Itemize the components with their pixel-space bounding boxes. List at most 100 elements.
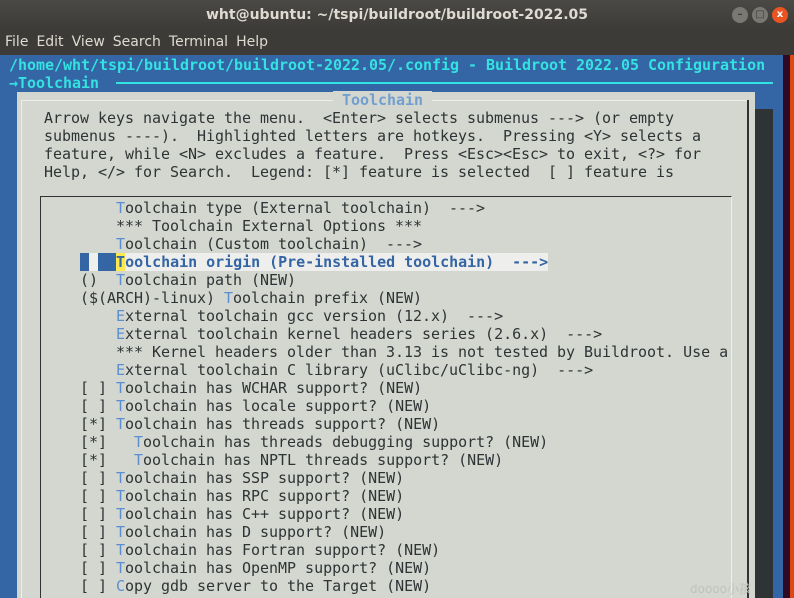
item-label: *** Toolchain External Options *** bbox=[116, 217, 423, 235]
item-hotkey: T bbox=[116, 541, 126, 559]
menu-item[interactable]: [ ] Toolchain has locale support? (NEW) bbox=[80, 397, 431, 415]
item-hotkey: T bbox=[116, 523, 126, 541]
item-label: oolchain type (External toolchain) ---> bbox=[125, 199, 486, 217]
menu-item[interactable]: [*] Toolchain has NPTL threads support? … bbox=[80, 451, 503, 469]
menu-terminal[interactable]: Terminal bbox=[169, 34, 228, 50]
item-hotkey: T bbox=[116, 379, 126, 397]
item-label: oolchain has Fortran support? (NEW) bbox=[125, 541, 441, 559]
menu-item[interactable]: Toolchain (Custom toolchain) ---> bbox=[80, 235, 422, 253]
menu-file[interactable]: File bbox=[5, 34, 28, 50]
item-prefix: [*] bbox=[80, 433, 108, 451]
help-line: Arrow keys navigate the menu. <Enter> se… bbox=[44, 109, 675, 127]
menu-item[interactable]: [*] Toolchain has threads debugging supp… bbox=[80, 433, 548, 451]
item-label: *** Kernel headers older than 3.13 is no… bbox=[116, 343, 729, 361]
item-label: oolchain path (NEW) bbox=[125, 271, 297, 289]
item-label: oolchain prefix (NEW) bbox=[233, 289, 423, 307]
maximize-button[interactable]: □ bbox=[752, 7, 768, 23]
item-label: oolchain has C++ support? (NEW) bbox=[125, 505, 405, 523]
dialog-border-right bbox=[747, 100, 749, 598]
dialog-shadow bbox=[755, 109, 773, 598]
menu-item[interactable]: *** Toolchain External Options *** bbox=[80, 217, 422, 235]
item-prefix: [ ] bbox=[80, 541, 108, 559]
minimize-button[interactable]: – bbox=[732, 7, 748, 23]
item-label: oolchain has NPTL threads support? (NEW) bbox=[143, 451, 504, 469]
item-indent bbox=[107, 577, 116, 595]
item-indent bbox=[80, 235, 116, 253]
menu-item[interactable]: *** Kernel headers older than 3.13 is no… bbox=[80, 343, 728, 361]
menu-item[interactable]: [ ] Copy gdb server to the Target (NEW) bbox=[80, 577, 431, 595]
menu-item[interactable]: ($(ARCH)-linux) Toolchain prefix (NEW) bbox=[80, 289, 422, 307]
item-prefix: [ ] bbox=[80, 469, 108, 487]
menu-item[interactable]: () Toolchain path (NEW) bbox=[80, 271, 296, 289]
item-indent bbox=[80, 307, 116, 325]
item-prefix: [*] bbox=[80, 415, 108, 433]
menu-help[interactable]: Help bbox=[236, 34, 268, 50]
menu-item[interactable]: [ ] Toolchain has RPC support? (NEW) bbox=[80, 487, 404, 505]
item-indent bbox=[80, 199, 116, 217]
menu-item[interactable]: Toolchain type (External toolchain) ---> bbox=[80, 199, 485, 217]
item-label: oolchain has SSP support? (NEW) bbox=[125, 469, 405, 487]
dialog-title: Toolchain bbox=[333, 91, 433, 109]
item-indent bbox=[107, 397, 116, 415]
menu-item[interactable]: Toolchain origin (Pre-installed toolchai… bbox=[80, 253, 548, 271]
menu-item[interactable]: [ ] Toolchain has SSP support? (NEW) bbox=[80, 469, 404, 487]
item-hotkey: E bbox=[116, 307, 126, 325]
menu-item[interactable]: External toolchain C library (uClibc/uCl… bbox=[80, 361, 593, 379]
item-hotkey: T bbox=[116, 505, 126, 523]
item-label: oolchain has D support? (NEW) bbox=[125, 523, 387, 541]
menu-item[interactable]: [ ] Toolchain has Fortran support? (NEW) bbox=[80, 541, 440, 559]
item-hotkey: C bbox=[116, 577, 126, 595]
help-line: Help, </> for Search. Legend: [*] featur… bbox=[44, 163, 675, 181]
item-hotkey: E bbox=[116, 325, 126, 343]
item-hotkey: T bbox=[116, 253, 126, 271]
item-prefix: [ ] bbox=[80, 379, 108, 397]
item-hotkey: T bbox=[116, 235, 126, 253]
menu-item[interactable]: [ ] Toolchain has D support? (NEW) bbox=[80, 523, 386, 541]
item-prefix: [ ] bbox=[80, 577, 108, 595]
menu-view[interactable]: View bbox=[72, 34, 105, 50]
item-hotkey: T bbox=[116, 415, 126, 433]
item-hotkey: T bbox=[134, 451, 144, 469]
menu-item[interactable]: External toolchain gcc version (12.x) --… bbox=[80, 307, 503, 325]
item-hotkey: T bbox=[224, 289, 234, 307]
item-indent bbox=[107, 541, 116, 559]
item-indent bbox=[215, 289, 224, 307]
window-edge bbox=[783, 55, 790, 598]
menu-item[interactable]: [ ] Toolchain has C++ support? (NEW) bbox=[80, 505, 404, 523]
item-prefix: [ ] bbox=[80, 505, 108, 523]
dialog-border-left bbox=[21, 100, 22, 598]
item-indent bbox=[98, 271, 116, 289]
close-button[interactable]: x bbox=[772, 7, 788, 23]
help-line: submenus ----). Highlighted letters are … bbox=[44, 127, 702, 145]
item-label: oolchain has OpenMP support? (NEW) bbox=[125, 559, 432, 577]
item-label: oolchain origin (Pre-installed toolchain… bbox=[125, 253, 549, 271]
item-label: oolchain has threads support? (NEW) bbox=[125, 415, 441, 433]
item-hotkey: T bbox=[116, 469, 126, 487]
item-indent bbox=[107, 505, 116, 523]
item-hotkey: T bbox=[116, 397, 126, 415]
item-prefix: [ ] bbox=[80, 523, 108, 541]
window-title: wht@ubuntu: ~/tspi/buildroot/buildroot-2… bbox=[205, 7, 589, 23]
item-indent bbox=[107, 469, 116, 487]
item-indent bbox=[107, 487, 116, 505]
item-indent bbox=[107, 433, 134, 451]
item-label: oolchain has threads debugging support? … bbox=[143, 433, 549, 451]
menu-item[interactable]: [*] Toolchain has threads support? (NEW) bbox=[80, 415, 440, 433]
menu-item[interactable]: External toolchain kernel headers series… bbox=[80, 325, 602, 343]
item-indent bbox=[107, 379, 116, 397]
menu-item[interactable]: [ ] Toolchain has WCHAR support? (NEW) bbox=[80, 379, 422, 397]
item-prefix bbox=[80, 253, 117, 271]
item-prefix: () bbox=[80, 271, 99, 289]
item-prefix: [ ] bbox=[80, 559, 108, 577]
item-prefix: [*] bbox=[80, 451, 108, 469]
item-label: oolchain has WCHAR support? (NEW) bbox=[125, 379, 423, 397]
window-titlebar: wht@ubuntu: ~/tspi/buildroot/buildroot-2… bbox=[0, 0, 794, 30]
item-label: xternal toolchain C library (uClibc/uCli… bbox=[125, 361, 594, 379]
menu-edit[interactable]: Edit bbox=[36, 34, 63, 50]
menu-search[interactable]: Search bbox=[113, 34, 161, 50]
item-prefix: [ ] bbox=[80, 487, 108, 505]
item-indent bbox=[80, 361, 116, 379]
item-indent bbox=[80, 343, 116, 361]
menu-item[interactable]: [ ] Toolchain has OpenMP support? (NEW) bbox=[80, 559, 431, 577]
item-indent bbox=[107, 451, 134, 469]
